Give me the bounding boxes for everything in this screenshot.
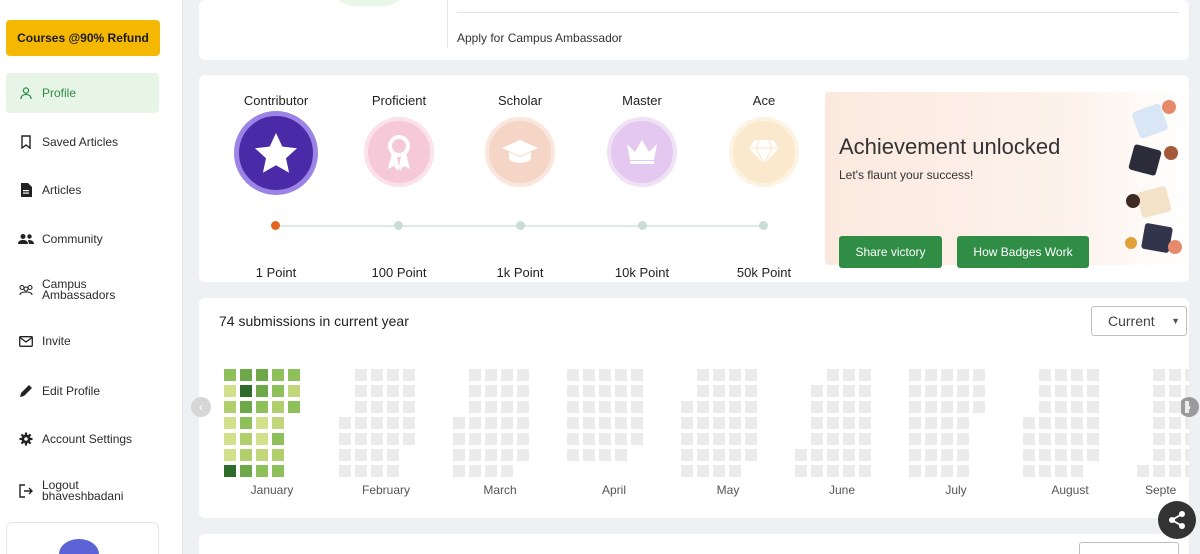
month-label: Septe [1145,483,1177,497]
badge-scholar[interactable]: Scholar 1k Point [465,93,575,280]
badge-points: 100 Point [371,265,427,280]
share-button[interactable] [1158,501,1196,539]
submissions-title: 74 submissions in current year [219,313,409,329]
month-label: March [483,483,517,497]
sidebar-item-label: Account Settings [42,431,133,446]
badge-contributor[interactable]: Contributor 1 Point [221,93,331,280]
courses-refund-button[interactable]: Courses @90% Refund [6,20,160,56]
share-victory-button[interactable]: Share victory [839,236,942,268]
sidebar-item-label: Logout bhaveshbadani [42,478,124,503]
month-heatmap-february [339,369,415,477]
chevron-down-icon: ▼ [1171,316,1180,326]
gear-icon [18,431,34,447]
bookmark-icon [18,134,34,150]
sidebar-item-articles[interactable]: Articles [6,170,159,210]
sidebar-item-label: Saved Articles [42,134,119,149]
logout-icon [18,483,34,499]
month-heatmap-august [1023,369,1099,477]
sidebar-item-saved-articles[interactable]: Saved Articles [6,122,159,162]
star-icon [234,111,318,195]
crown-icon [607,117,677,187]
month-label: August [1051,483,1089,497]
achievement-panel: Achievement unlocked Let's flaunt your s… [825,92,1189,268]
badge-progress-dot [394,221,403,230]
divider [457,12,1179,13]
ribbon-icon [364,117,434,187]
sidebar-item-logout[interactable]: Logout bhaveshbadani [6,471,159,511]
sidebar-item-community[interactable]: Community [6,219,159,259]
badge-ace[interactable]: Ace 50k Point [709,93,819,280]
month-label: April [601,483,626,497]
diamond-icon [729,117,799,187]
document-icon [18,182,34,198]
month-label: June [828,483,856,497]
month-heatmap-may [681,369,757,477]
sidebar-item-edit-profile[interactable]: Edit Profile [6,371,159,411]
sidebar-item-label: Profile [42,85,77,100]
month-heatmap-june [795,369,871,477]
sidebar-item-campus-ambassadors[interactable]: Campus Ambassadors [6,270,159,310]
badge-name: Ace [752,93,776,108]
badge-name: Master [622,93,662,108]
people-icon [18,282,34,298]
sidebar: Courses @90% Refund Profile Saved Articl… [0,0,183,554]
sidebar-item-label: Edit Profile [42,383,101,398]
sidebar-item-account-settings[interactable]: Account Settings [6,419,159,459]
badge-points: 1 Point [255,265,297,280]
month-heatmap-april [567,369,643,477]
decorative-arc [329,0,409,6]
avatar [59,539,99,554]
badge-points: 10k Point [614,265,670,280]
submissions-card: 74 submissions in current year Current ▼… [191,298,1199,518]
year-select-value: Current [1108,313,1155,329]
badge-proficient[interactable]: Proficient 100 Point [344,93,454,280]
year-select[interactable]: Current ▼ [1091,306,1187,336]
mail-icon [18,333,34,349]
user-icon [18,85,34,101]
badge-name: Proficient [371,93,427,108]
month-heatmap-january [224,369,300,477]
month-label: July [945,483,967,497]
month-heatmap-march [453,369,529,477]
sidebar-item-label: Campus Ambassadors [42,277,116,302]
badge-progress-dot [516,221,525,230]
badge-progress-dot [759,221,768,230]
sidebar-item-label: Invite [42,333,71,348]
sidebar-item-invite[interactable]: Invite [6,321,159,361]
sidebar-item-label: Articles [42,182,82,197]
achievement-illustration [1125,100,1182,254]
badge-name: Scholar [497,93,543,108]
share-icon [1169,511,1185,529]
apply-campus-ambassador-link[interactable]: Apply for Campus Ambassador [457,31,622,45]
badge-progress-dot [638,221,647,230]
achievement-title: Achievement unlocked [839,134,1061,159]
bottom-select[interactable] [1079,542,1179,554]
badge-points: 50k Point [736,265,792,280]
month-heatmap-july [909,369,985,477]
sidebar-item-label: Community [42,231,103,246]
badge-master[interactable]: Master 10k Point [587,93,697,280]
pencil-icon [18,383,34,399]
how-badges-work-button[interactable]: How Badges Work [957,236,1089,268]
divider [447,0,448,48]
bottom-card [199,534,1189,554]
achievement-subtitle: Let's flaunt your success! [839,168,974,182]
calendar-prev-button[interactable]: ‹ [191,397,211,417]
month-label: February [361,483,411,497]
badges-card: Contributor 1 Point Proficient 100 Point… [199,75,1189,282]
profile-avatar-card [6,522,159,554]
group-icon [18,231,34,247]
top-card: Apply for Campus Ambassador [199,0,1189,60]
badge-progress-dot [271,221,280,230]
month-heatmap-september [1137,369,1189,477]
badge-name: Contributor [243,93,309,108]
graduation-cap-icon [485,117,555,187]
month-label: May [716,483,740,497]
badge-points: 1k Point [496,265,544,280]
month-label: January [250,483,294,497]
sidebar-item-profile[interactable]: Profile [6,73,159,113]
